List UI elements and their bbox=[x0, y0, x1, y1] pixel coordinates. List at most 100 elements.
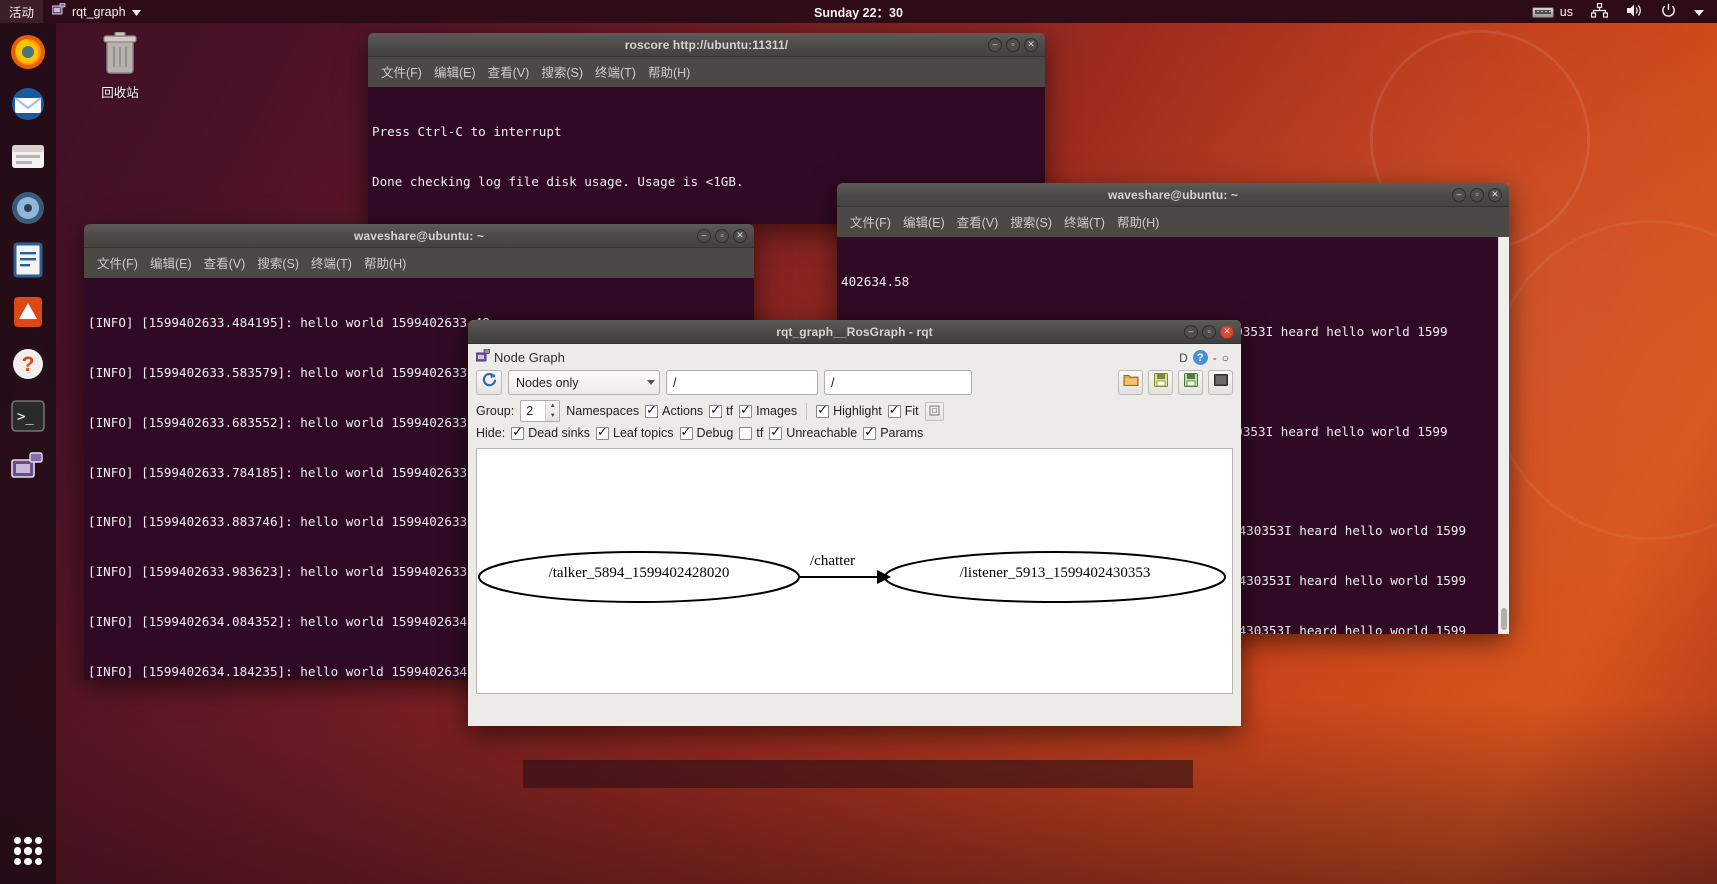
checkbox-hide-dead-sinks[interactable]: Dead sinks bbox=[511, 425, 590, 440]
close-button[interactable]: ✕ bbox=[733, 228, 747, 243]
checkbox-hide-unreachable[interactable]: Unreachable bbox=[769, 425, 857, 440]
stepper-down-icon[interactable]: ▼ bbox=[546, 411, 559, 421]
checkbox-hide-tf[interactable]: tf bbox=[739, 426, 763, 440]
checkbox-fit[interactable]: Fit bbox=[887, 403, 919, 418]
close-button[interactable]: ✕ bbox=[1488, 187, 1502, 202]
close-button[interactable]: ✕ bbox=[1024, 37, 1038, 52]
files-icon bbox=[9, 137, 47, 175]
dock-item-thunderbird[interactable] bbox=[7, 83, 49, 125]
menu-search[interactable]: 搜索(S) bbox=[1005, 211, 1057, 232]
window-rqt-graph[interactable]: rqt_graph__RosGraph - rqt ‒ ▫ ✕ Node Gra… bbox=[468, 320, 1241, 726]
separator bbox=[806, 402, 808, 420]
checkbox-box bbox=[887, 403, 901, 418]
menu-file[interactable]: 文件(F) bbox=[845, 211, 896, 232]
top-panel: 活动 rqt_graph Sunday 22：30 us bbox=[0, 0, 1717, 23]
menu-help[interactable]: 帮助(H) bbox=[643, 61, 695, 82]
checkbox-label: tf bbox=[756, 426, 764, 440]
checkbox-hide-leaf-topics[interactable]: Leaf topics bbox=[596, 425, 674, 440]
app-menu-button[interactable]: rqt_graph bbox=[43, 0, 150, 23]
scrollbar-thumb[interactable] bbox=[1501, 608, 1507, 630]
menu-terminal[interactable]: 终端(T) bbox=[1059, 211, 1110, 232]
stepper-arrows[interactable]: ▲ ▼ bbox=[545, 401, 560, 421]
checkbox-tf[interactable]: tf bbox=[709, 403, 733, 418]
checkbox-actions[interactable]: Actions bbox=[645, 403, 703, 418]
activities-button[interactable]: 活动 bbox=[0, 0, 44, 23]
music-icon bbox=[9, 189, 47, 227]
close-button[interactable]: ✕ bbox=[1220, 324, 1234, 339]
dock-item-terminal[interactable]: >_ bbox=[7, 395, 49, 437]
stepper-up-icon[interactable]: ▲ bbox=[546, 401, 559, 411]
group-stepper[interactable]: 2 ▲ ▼ bbox=[520, 400, 561, 422]
titlebar-roscore[interactable]: roscore http://ubuntu:11311/ ‒ ▫ ✕ bbox=[368, 33, 1045, 57]
menu-edit[interactable]: 编辑(E) bbox=[145, 252, 197, 273]
dock-item-help[interactable]: ? bbox=[7, 343, 49, 385]
menu-edit[interactable]: 编辑(E) bbox=[429, 61, 481, 82]
graph-node-listener-label[interactable]: /listener_5913_1599402430353 bbox=[885, 565, 1225, 582]
menu-help[interactable]: 帮助(H) bbox=[359, 252, 411, 273]
checkbox-images[interactable]: Images bbox=[739, 403, 797, 418]
topic-filter-input[interactable]: / bbox=[824, 370, 972, 395]
keyboard-icon bbox=[1531, 7, 1554, 18]
show-applications-button[interactable] bbox=[7, 830, 49, 872]
rqt-app-icon bbox=[51, 2, 66, 20]
minimize-button[interactable]: ‒ bbox=[1452, 187, 1466, 202]
help-icon[interactable]: ? bbox=[1192, 350, 1208, 365]
dock-item-libreoffice-writer[interactable] bbox=[7, 239, 49, 281]
close-plugin-icon[interactable]: ○ bbox=[1222, 351, 1229, 365]
checkbox-label: Leaf topics bbox=[613, 426, 674, 440]
menu-help[interactable]: 帮助(H) bbox=[1112, 211, 1164, 232]
menu-view[interactable]: 查看(V) bbox=[952, 211, 1004, 232]
titlebar-listener[interactable]: waveshare@ubuntu: ~ ‒ ▫ ✕ bbox=[837, 183, 1509, 207]
volume-indicator[interactable] bbox=[1617, 0, 1652, 23]
node-graph-canvas[interactable]: /talker_5894_1599402428020 /listener_591… bbox=[476, 448, 1233, 694]
titlebar-rqt[interactable]: rqt_graph__RosGraph - rqt ‒ ▫ ✕ bbox=[468, 320, 1241, 344]
maximize-button[interactable]: ▫ bbox=[715, 228, 729, 243]
dock-item-ubuntu-software[interactable] bbox=[7, 291, 49, 333]
vertical-scrollbar[interactable] bbox=[1498, 237, 1509, 634]
desktop-icon-trash[interactable]: 回收站 bbox=[88, 31, 152, 101]
menu-edit[interactable]: 编辑(E) bbox=[898, 211, 950, 232]
graph-edge-label[interactable]: /chatter bbox=[810, 553, 855, 570]
menu-terminal[interactable]: 终端(T) bbox=[590, 61, 641, 82]
menu-search[interactable]: 搜索(S) bbox=[536, 61, 588, 82]
maximize-button[interactable]: ▫ bbox=[1006, 37, 1020, 52]
save-svg-button[interactable] bbox=[1178, 370, 1203, 395]
minimize-plugin-icon[interactable]: - bbox=[1213, 351, 1217, 365]
save-dot-button[interactable] bbox=[1148, 370, 1173, 395]
menu-view[interactable]: 查看(V) bbox=[483, 61, 535, 82]
menu-terminal[interactable]: 终端(T) bbox=[306, 252, 357, 273]
save-image-button[interactable] bbox=[1208, 370, 1233, 395]
menu-view[interactable]: 查看(V) bbox=[199, 252, 251, 273]
graph-mode-select[interactable]: Nodes only bbox=[508, 370, 660, 395]
checkbox-hide-params[interactable]: Params bbox=[863, 425, 923, 440]
network-indicator[interactable] bbox=[1582, 0, 1617, 23]
menu-search[interactable]: 搜索(S) bbox=[252, 252, 304, 273]
load-dot-button[interactable] bbox=[1118, 370, 1143, 395]
maximize-button[interactable]: ▫ bbox=[1202, 324, 1216, 339]
checkbox-box bbox=[739, 426, 753, 440]
refresh-button[interactable] bbox=[476, 370, 502, 395]
menu-file[interactable]: 文件(F) bbox=[376, 61, 427, 82]
checkbox-highlight[interactable]: Highlight bbox=[816, 403, 882, 418]
clock[interactable]: Sunday 22：30 bbox=[814, 2, 903, 21]
power-indicator[interactable] bbox=[1652, 0, 1685, 23]
firefox-icon bbox=[8, 32, 48, 72]
titlebar-talker[interactable]: waveshare@ubuntu: ~ ‒ ▫ ✕ bbox=[84, 224, 754, 248]
fit-in-view-button[interactable] bbox=[924, 401, 944, 421]
dock-item-rqt-graph[interactable] bbox=[7, 447, 49, 489]
keyboard-layout-indicator[interactable]: us bbox=[1523, 0, 1582, 23]
minimize-button[interactable]: ‒ bbox=[988, 37, 1002, 52]
checkbox-box bbox=[709, 403, 723, 418]
minimize-button[interactable]: ‒ bbox=[697, 228, 711, 243]
menu-file[interactable]: 文件(F) bbox=[92, 252, 143, 273]
system-menu-arrow[interactable] bbox=[1685, 0, 1713, 23]
undock-icon[interactable]: D bbox=[1179, 351, 1188, 365]
graph-node-talker-label[interactable]: /talker_5894_1599402428020 bbox=[477, 565, 801, 582]
dock-item-files[interactable] bbox=[7, 135, 49, 177]
dock-item-rhythmbox[interactable] bbox=[7, 187, 49, 229]
namespace-filter-input[interactable]: / bbox=[666, 370, 818, 395]
checkbox-hide-debug[interactable]: Debug bbox=[679, 425, 733, 440]
dock-item-firefox[interactable] bbox=[7, 31, 49, 73]
maximize-button[interactable]: ▫ bbox=[1470, 187, 1484, 202]
minimize-button[interactable]: ‒ bbox=[1184, 324, 1198, 339]
